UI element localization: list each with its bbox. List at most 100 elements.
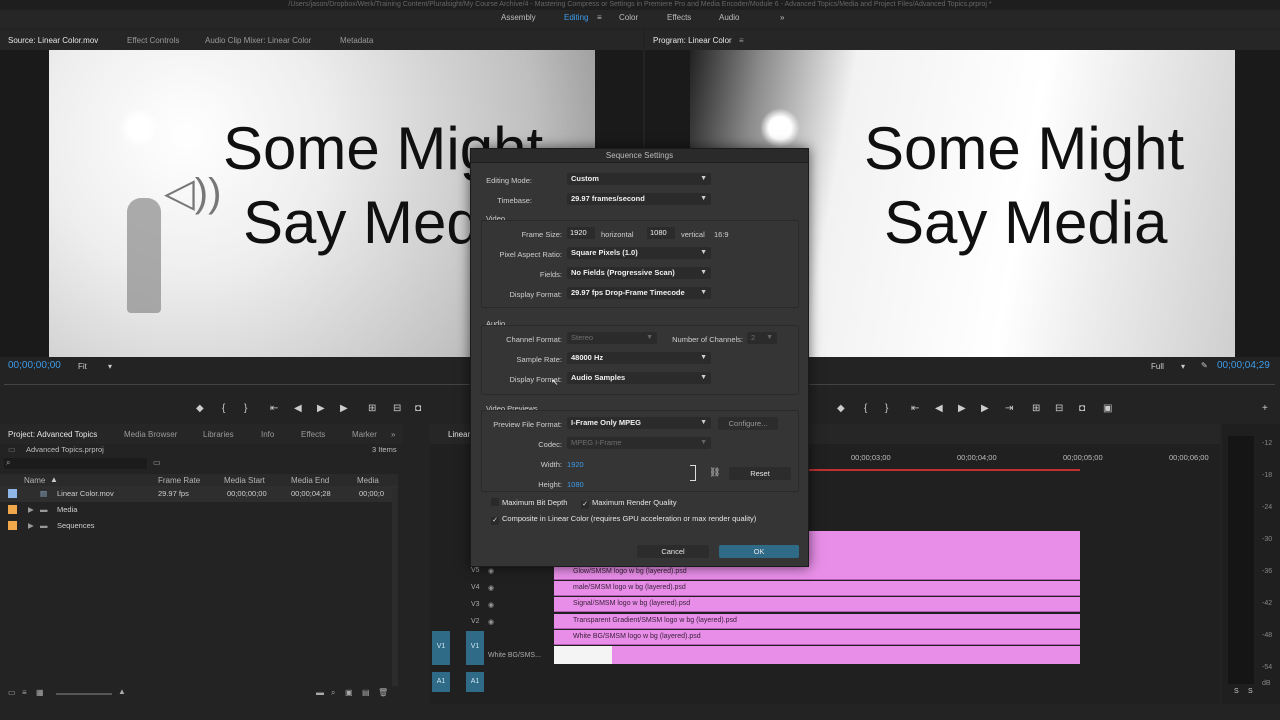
chevron-down-icon[interactable]: ▾ <box>1181 362 1185 371</box>
play-icon[interactable]: ▶ <box>958 403 966 414</box>
tab-program[interactable]: Program: Linear Color <box>653 36 732 45</box>
sample-rate-select[interactable]: 48000 Hz ▼ <box>567 352 711 364</box>
tab-metadata[interactable]: Metadata <box>340 36 373 45</box>
tab-effects[interactable]: Effects <box>301 430 325 439</box>
tab-sequence[interactable]: Linear <box>448 430 470 439</box>
clip-v2[interactable]: Transparent Gradient/SMSM logo w bg (lay… <box>554 614 1080 629</box>
project-row-bin[interactable]: ▶ ▬ Media <box>0 502 398 518</box>
camera-icon[interactable]: ◘ <box>1079 403 1085 414</box>
source-patch-a1[interactable]: A1 <box>432 672 450 692</box>
clip-white-bg[interactable] <box>554 646 612 664</box>
workspace-menu-icon[interactable]: ≡ <box>597 13 602 22</box>
workspace-audio[interactable]: Audio <box>719 13 739 22</box>
lock-icon[interactable]: ▭ <box>8 688 16 697</box>
label-swatch[interactable] <box>8 489 17 498</box>
reset-button[interactable]: Reset <box>729 467 791 480</box>
toggle-output-icon[interactable]: ◉ <box>488 618 494 626</box>
source-patch-v1[interactable]: V1 <box>432 631 450 665</box>
step-back-icon[interactable]: ◀ <box>935 403 943 414</box>
toggle-output-icon[interactable]: ◉ <box>488 567 494 575</box>
toggle-output-icon[interactable]: ◉ <box>488 601 494 609</box>
new-item-icon[interactable]: ▣ <box>345 688 353 697</box>
disclosure-triangle-icon[interactable]: ▶ <box>28 502 34 518</box>
overwrite-icon[interactable]: ⊟ <box>393 403 401 414</box>
timebase-select[interactable]: 29.97 frames/second ▼ <box>567 193 711 205</box>
tab-audio-clip-mixer[interactable]: Audio Clip Mixer: Linear Color <box>205 36 311 45</box>
preview-format-select[interactable]: I-Frame Only MPEG ▼ <box>567 417 711 429</box>
clip-v3[interactable]: Signal/SMSM logo w bg (layered).psd <box>554 597 1080 612</box>
num-channels-select[interactable]: 2 ▼ <box>747 332 777 344</box>
workspace-editing[interactable]: Editing <box>564 13 588 22</box>
label-swatch[interactable] <box>8 521 17 530</box>
col-media-start[interactable]: Media Start <box>224 476 265 485</box>
label-swatch[interactable] <box>8 505 17 514</box>
channel-format-select[interactable]: Stereo ▼ <box>567 332 657 344</box>
toggle-output-icon[interactable]: ◉ <box>488 584 494 592</box>
col-media-end[interactable]: Media End <box>291 476 329 485</box>
camera-icon[interactable]: ◘ <box>415 403 421 414</box>
search-icon[interactable]: ⌕ <box>331 688 335 698</box>
workspace-assembly[interactable]: Assembly <box>501 13 536 22</box>
configure-button[interactable]: Configure... <box>718 417 778 430</box>
tab-project[interactable]: Project: Advanced Topics <box>8 430 97 439</box>
preview-width-value[interactable]: 1920 <box>567 460 584 469</box>
frame-width-field[interactable]: 1920 <box>567 227 595 239</box>
icon-view-icon[interactable]: ▦ <box>36 688 44 697</box>
new-bin-icon[interactable]: ▬ <box>316 688 324 697</box>
mark-in-icon[interactable]: { <box>222 403 225 414</box>
tab-marker[interactable]: Marker <box>352 430 377 439</box>
tab-effect-controls[interactable]: Effect Controls <box>127 36 179 45</box>
program-resolution-select[interactable]: Full <box>1151 362 1164 371</box>
add-marker-icon[interactable]: ◆ <box>196 403 204 414</box>
col-name[interactable]: Name <box>24 476 45 485</box>
overflow-icon[interactable]: » <box>391 430 395 439</box>
play-icon[interactable]: ▶ <box>317 403 325 414</box>
tab-source[interactable]: Source: Linear Color.mov <box>8 36 98 45</box>
program-timecode[interactable]: 00;00;04;29 <box>1217 360 1270 371</box>
tab-media-browser[interactable]: Media Browser <box>124 430 177 439</box>
project-row-bin[interactable]: ▶ ▬ Sequences <box>0 518 398 534</box>
compare-icon[interactable]: ▣ <box>1103 403 1112 414</box>
tab-info[interactable]: Info <box>261 430 274 439</box>
step-forward-icon[interactable]: ▶ <box>340 403 348 414</box>
max-bit-depth-checkbox[interactable]: Maximum Bit Depth <box>491 498 567 507</box>
trash-icon[interactable]: 🗑 <box>378 688 388 697</box>
sort-icon[interactable]: ▲ <box>118 687 126 696</box>
lift-icon[interactable]: ⊞ <box>1032 403 1040 414</box>
mark-out-icon[interactable]: } <box>885 403 888 414</box>
tab-libraries[interactable]: Libraries <box>203 430 234 439</box>
add-marker-icon[interactable]: ◆ <box>837 403 845 414</box>
project-row-clip[interactable]: ▤ Linear Color.mov 29.97 fps 00;00;00;00… <box>0 486 398 502</box>
go-to-in-icon[interactable]: ⇤ <box>911 403 919 414</box>
step-back-icon[interactable]: ◀ <box>294 403 302 414</box>
frame-height-field[interactable]: 1080 <box>647 227 675 239</box>
disclosure-triangle-icon[interactable]: ▶ <box>28 518 34 534</box>
source-zoom-select[interactable]: Fit <box>78 362 87 371</box>
col-frame-rate[interactable]: Frame Rate <box>158 476 200 485</box>
workspace-color[interactable]: Color <box>619 13 638 22</box>
fields-select[interactable]: No Fields (Progressive Scan) ▼ <box>567 267 711 279</box>
program-menu-icon[interactable]: ≡ <box>739 36 744 45</box>
wrench-icon[interactable]: ✎ <box>1201 361 1208 370</box>
mark-out-icon[interactable]: } <box>244 403 247 414</box>
chain-link-icon[interactable]: ⛓ <box>709 467 720 478</box>
clip-v5[interactable]: Glow/SMSM logo w bg (layered).psd <box>554 565 1080 580</box>
solo-button[interactable]: S <box>1248 688 1253 695</box>
max-render-quality-checkbox[interactable]: ✓ Maximum Render Quality <box>581 498 677 509</box>
chevron-down-icon[interactable]: ▾ <box>108 362 112 371</box>
editing-mode-select[interactable]: Custom ▼ <box>567 173 711 185</box>
par-select[interactable]: Square Pixels (1.0) ▼ <box>567 247 711 259</box>
composite-linear-checkbox[interactable]: ✓ Composite in Linear Color (requires GPU… <box>491 514 756 525</box>
list-view-icon[interactable]: ≡ <box>22 688 27 697</box>
ok-button[interactable]: OK <box>719 545 799 558</box>
add-button-icon[interactable]: + <box>1262 403 1268 414</box>
sort-up-icon[interactable]: ▲ <box>50 475 58 484</box>
audio-display-format-select[interactable]: Audio Samples ▼ <box>567 372 711 384</box>
extract-icon[interactable]: ⊟ <box>1055 403 1063 414</box>
automate-icon[interactable]: ▤ <box>362 688 370 697</box>
zoom-slider[interactable] <box>56 693 112 695</box>
display-format-select[interactable]: 29.97 fps Drop-Frame Timecode ▼ <box>567 287 711 299</box>
step-forward-icon[interactable]: ▶ <box>981 403 989 414</box>
go-to-out-icon[interactable]: ⇥ <box>1005 403 1013 414</box>
mark-in-icon[interactable]: { <box>864 403 867 414</box>
